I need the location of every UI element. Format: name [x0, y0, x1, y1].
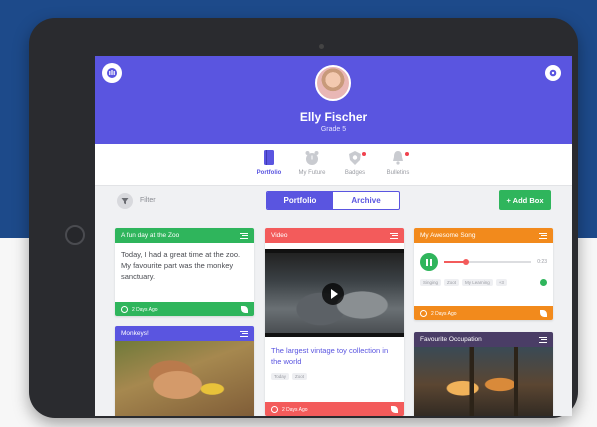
profile-header: Elly Fischer Grade 5 — [95, 56, 572, 144]
clock-icon — [121, 305, 128, 313]
gear-icon[interactable] — [545, 65, 561, 81]
card-zoo-title: A fun day at the Zoo — [121, 232, 180, 239]
monkey-photo — [115, 341, 254, 416]
leaf-icon — [241, 305, 248, 313]
card-zoo-date: 2 Days Ago — [132, 306, 158, 313]
pause-button[interactable] — [420, 253, 438, 271]
app-screen: Elly Fischer Grade 5 Portfolio My Future — [95, 56, 572, 416]
occupation-photo — [414, 347, 553, 416]
segment-archive[interactable]: Archive — [333, 192, 399, 209]
bulletins-notification-dot — [405, 152, 409, 156]
main-nav: Portfolio My Future Badges Bulletins — [95, 144, 572, 186]
video-caption[interactable]: The largest vintage toy collection in th… — [265, 337, 404, 373]
card-monkeys-title: Monkeys! — [121, 330, 149, 337]
tablet-frame: Elly Fischer Grade 5 Portfolio My Future — [29, 18, 578, 418]
portfolio-archive-toggle: Portfolio Archive — [266, 191, 400, 210]
tag[interactable]: Today — [271, 373, 290, 380]
home-button[interactable] — [65, 225, 85, 245]
audio-time: 0:23 — [537, 259, 547, 265]
card-occupation-header: Favourite Occupation — [414, 332, 553, 347]
card-song[interactable]: My Awesome Song 0:23 Singing Zoot My Lea… — [414, 228, 553, 320]
card-song-footer: 2 Days Ago — [414, 306, 553, 320]
audio-progress-knob[interactable] — [462, 259, 469, 265]
audio-progress-track[interactable] — [444, 259, 532, 265]
song-tag-row: Singing Zoot My Learning +3 — [414, 279, 553, 286]
app-logo-glyph — [107, 68, 117, 78]
song-tags: Singing Zoot My Learning +3 — [414, 279, 513, 286]
add-box-button[interactable]: + Add Box — [499, 190, 551, 210]
card-video[interactable]: Video The largest vintage toy collection… — [265, 228, 404, 416]
filter-label[interactable]: Filter — [140, 197, 156, 204]
leaf-icon — [540, 309, 547, 317]
card-song-header: My Awesome Song — [414, 228, 553, 243]
tag[interactable]: My Learning — [462, 279, 493, 286]
camera-dot — [319, 44, 324, 49]
play-icon — [330, 289, 338, 299]
tab-bulletins-label: Bulletins — [386, 170, 410, 176]
audio-player: 0:23 — [414, 243, 553, 279]
user-grade: Grade 5 — [320, 126, 347, 133]
leaf-icon — [391, 405, 398, 413]
bell-icon — [393, 151, 403, 165]
pause-bar — [430, 258, 432, 266]
book-icon — [264, 150, 274, 165]
menu-icon[interactable] — [539, 336, 547, 343]
tag[interactable]: Zoot — [292, 373, 308, 380]
badges-notification-dot — [362, 152, 366, 156]
alarm-clock-icon — [305, 151, 319, 165]
card-zoo[interactable]: A fun day at the Zoo Today, I had a grea… — [115, 228, 254, 316]
avatar[interactable] — [315, 65, 351, 101]
menu-icon[interactable] — [390, 232, 398, 239]
status-badge — [540, 279, 547, 286]
card-occupation[interactable]: Favourite Occupation — [414, 332, 553, 416]
card-song-date: 2 Days Ago — [431, 310, 457, 317]
video-thumbnail[interactable] — [265, 249, 404, 337]
pause-bar — [426, 258, 428, 266]
card-zoo-footer: 2 Days Ago — [115, 302, 254, 316]
menu-icon[interactable] — [539, 232, 547, 239]
tag[interactable]: Zoot — [444, 279, 460, 286]
badge-icon — [349, 151, 361, 165]
user-name: Elly Fischer — [299, 110, 368, 124]
card-zoo-body: Today, I had a great time at the zoo. My… — [121, 250, 241, 281]
tab-bulletins[interactable]: Bulletins — [373, 149, 423, 176]
card-video-header: Video — [265, 228, 404, 243]
tag[interactable]: Singing — [420, 279, 442, 286]
menu-icon[interactable] — [240, 232, 248, 239]
card-monkeys[interactable]: Monkeys! — [115, 326, 254, 416]
clock-icon — [271, 405, 278, 413]
card-monkeys-header: Monkeys! — [115, 326, 254, 341]
segment-portfolio[interactable]: Portfolio — [267, 192, 333, 209]
clock-icon — [420, 309, 427, 317]
funnel-icon — [121, 198, 129, 205]
video-tags: Today Zoot — [265, 373, 404, 380]
card-occupation-title: Favourite Occupation — [420, 336, 482, 343]
app-logo-icon[interactable] — [102, 63, 122, 83]
card-video-footer: 2 Days Ago — [265, 402, 404, 416]
card-zoo-header: A fun day at the Zoo — [115, 228, 254, 243]
tag[interactable]: +3 — [495, 279, 507, 286]
play-button[interactable] — [322, 283, 344, 305]
card-song-title: My Awesome Song — [420, 232, 476, 239]
gear-glyph — [549, 69, 557, 77]
card-video-date: 2 Days Ago — [282, 406, 308, 413]
menu-icon[interactable] — [240, 330, 248, 337]
card-video-title: Video — [271, 232, 288, 239]
filter-button[interactable] — [117, 193, 133, 209]
